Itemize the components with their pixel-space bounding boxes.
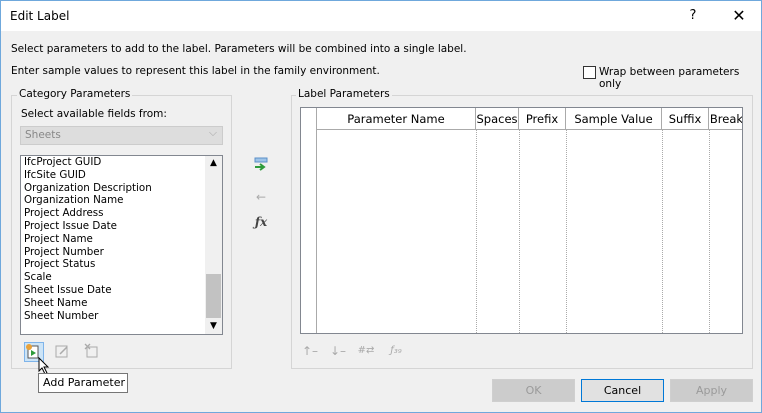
window-title: Edit Label: [10, 9, 70, 23]
instruction-line-2: Enter sample values to represent this la…: [11, 65, 380, 77]
column-divider: [662, 130, 663, 333]
list-item[interactable]: Project Name: [21, 233, 222, 246]
scroll-up-icon[interactable]: ▲: [205, 156, 222, 171]
category-parameters-title: Category Parameters: [17, 88, 133, 100]
available-fields-list[interactable]: IfcProject GUID IfcSite GUID Organization …: [20, 155, 223, 335]
list-item[interactable]: Project Issue Date: [21, 220, 222, 233]
wrap-between-parameters-checkbox[interactable]: [583, 66, 596, 79]
fx-icon[interactable]: ƒx: [252, 213, 270, 231]
column-divider: [709, 130, 710, 333]
column-divider: [519, 130, 520, 333]
edit-label-dialog: Edit Label ? ✕ Select parameters to add …: [0, 0, 762, 413]
list-items: IfcProject GUID IfcSite GUID Organization …: [21, 156, 222, 322]
cancel-button[interactable]: Cancel: [581, 379, 664, 402]
remove-from-label-icon[interactable]: ←: [252, 188, 270, 206]
apply-button[interactable]: Apply: [670, 379, 753, 402]
col-suffix[interactable]: Suffix: [662, 108, 709, 130]
list-item[interactable]: Organization Name: [21, 194, 222, 207]
list-item[interactable]: Sheet Name: [21, 297, 222, 310]
wrap-between-parameters-label: Wrap between parameters only: [599, 66, 740, 90]
edit-parameter-button[interactable]: [53, 343, 71, 361]
help-button[interactable]: ?: [673, 1, 713, 31]
col-prefix[interactable]: Prefix: [519, 108, 566, 130]
sort-icon[interactable]: #⇄: [357, 342, 375, 360]
list-item[interactable]: Sheet Issue Date: [21, 284, 222, 297]
list-item[interactable]: Project Status: [21, 258, 222, 271]
column-divider: [566, 130, 567, 333]
field-source-dropdown[interactable]: Sheets ⌵: [20, 126, 223, 145]
delete-parameter-icon: [84, 343, 98, 358]
title-bar: Edit Label ? ✕: [1, 1, 761, 31]
list-item[interactable]: Project Address: [21, 207, 222, 220]
ok-button[interactable]: OK: [492, 379, 575, 402]
list-item[interactable]: Organization Description: [21, 182, 222, 195]
scrollbar-thumb[interactable]: [206, 274, 221, 318]
list-item[interactable]: IfcProject GUID: [21, 156, 222, 169]
list-item[interactable]: IfcSite GUID: [21, 169, 222, 182]
label-parameters-table[interactable]: Parameter Name Spaces Prefix Sample Valu…: [300, 107, 743, 334]
label-parameters-title: Label Parameters: [296, 88, 392, 100]
list-item[interactable]: Project Number: [21, 246, 222, 259]
scroll-down-icon[interactable]: ▼: [205, 319, 222, 334]
col-break[interactable]: Break: [709, 108, 742, 130]
move-down-icon[interactable]: ↓–: [329, 342, 347, 360]
column-divider: [476, 130, 477, 333]
close-button[interactable]: ✕: [717, 1, 761, 31]
row-header-column: [301, 108, 317, 333]
col-parameter-name[interactable]: Parameter Name: [317, 108, 476, 130]
col-sample-value[interactable]: Sample Value: [566, 108, 662, 130]
list-item[interactable]: Scale: [21, 271, 222, 284]
list-item[interactable]: Sheet Number: [21, 310, 222, 323]
format-icon[interactable]: ƒ₃₉: [387, 342, 405, 360]
instruction-line-1: Select parameters to add to the label. P…: [11, 43, 467, 55]
col-spaces[interactable]: Spaces: [476, 108, 519, 130]
edit-parameter-icon: [55, 345, 68, 358]
add-to-label-button[interactable]: [252, 156, 270, 174]
fields-from-label: Select available fields from:: [21, 108, 167, 120]
add-parameter-tooltip: Add Parameter: [38, 373, 128, 393]
field-source-value: Sheets: [25, 129, 61, 141]
delete-parameter-button[interactable]: [83, 343, 101, 361]
add-to-label-icon: [254, 157, 268, 171]
move-up-icon[interactable]: ↑–: [301, 342, 319, 360]
list-scrollbar[interactable]: ▲ ▼: [205, 156, 222, 334]
chevron-down-icon: ⌵: [209, 127, 217, 139]
